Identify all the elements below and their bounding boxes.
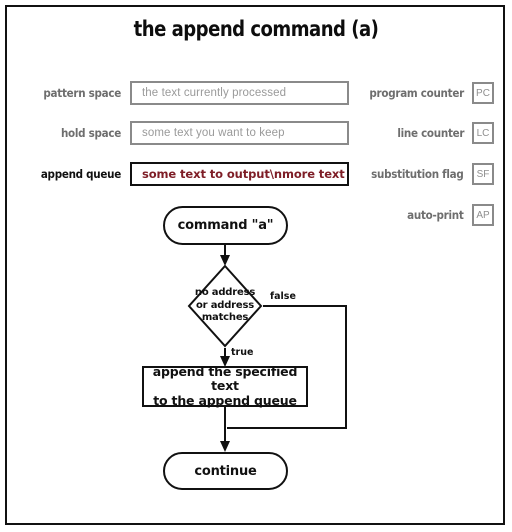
state-label-pattern-space: pattern space <box>43 86 121 100</box>
register-label-program-counter: program counter <box>369 86 464 100</box>
diagram-page: the append command (a) pattern space the… <box>0 0 512 532</box>
decision-label-line3: matches <box>201 312 249 324</box>
flow-node-process[interactable]: append the specified text to the append … <box>142 363 308 408</box>
register-row-substitution-flag: substitution flag SF <box>304 163 494 185</box>
flow-node-end[interactable]: continue <box>163 452 288 490</box>
state-label-append-queue: append queue <box>40 167 122 181</box>
register-row-line-counter: line counter LC <box>304 122 494 144</box>
decision-label: no address or address matches <box>187 264 263 348</box>
edge-label-false: false <box>270 291 296 302</box>
register-label-auto-print: auto-print <box>407 208 465 222</box>
state-row-pattern-space: pattern space the text currently process… <box>22 81 349 105</box>
state-value-pattern-space: the text currently processed <box>142 87 287 99</box>
register-box-substitution-flag[interactable]: SF <box>472 163 494 185</box>
register-box-line-counter[interactable]: LC <box>472 122 494 144</box>
edge-label-true: true <box>231 347 254 358</box>
state-row-append-queue: append queue some text to output\nmore t… <box>22 162 349 186</box>
state-label-hold-space: hold space <box>60 126 121 140</box>
decision-label-line2: or address <box>196 299 254 311</box>
register-label-substitution-flag: substitution flag <box>371 167 465 181</box>
register-row-program-counter: program counter PC <box>304 82 494 104</box>
register-box-program-counter[interactable]: PC <box>472 82 494 104</box>
page-title: the append command (a) <box>133 17 379 41</box>
state-value-hold-space: some text you want to keep <box>142 127 285 139</box>
register-row-auto-print: auto-print AP <box>304 204 494 226</box>
register-box-auto-print[interactable]: AP <box>472 204 494 226</box>
flow-node-start[interactable]: command "a" <box>163 206 288 245</box>
process-label-line1: append the specified text <box>152 363 298 394</box>
flow-node-decision[interactable]: no address or address matches <box>187 264 263 348</box>
decision-label-line1: no address <box>194 287 256 299</box>
process-label-line2: to the append queue <box>153 392 297 408</box>
register-label-line-counter: line counter <box>396 126 464 140</box>
state-row-hold-space: hold space some text you want to keep <box>22 121 349 145</box>
